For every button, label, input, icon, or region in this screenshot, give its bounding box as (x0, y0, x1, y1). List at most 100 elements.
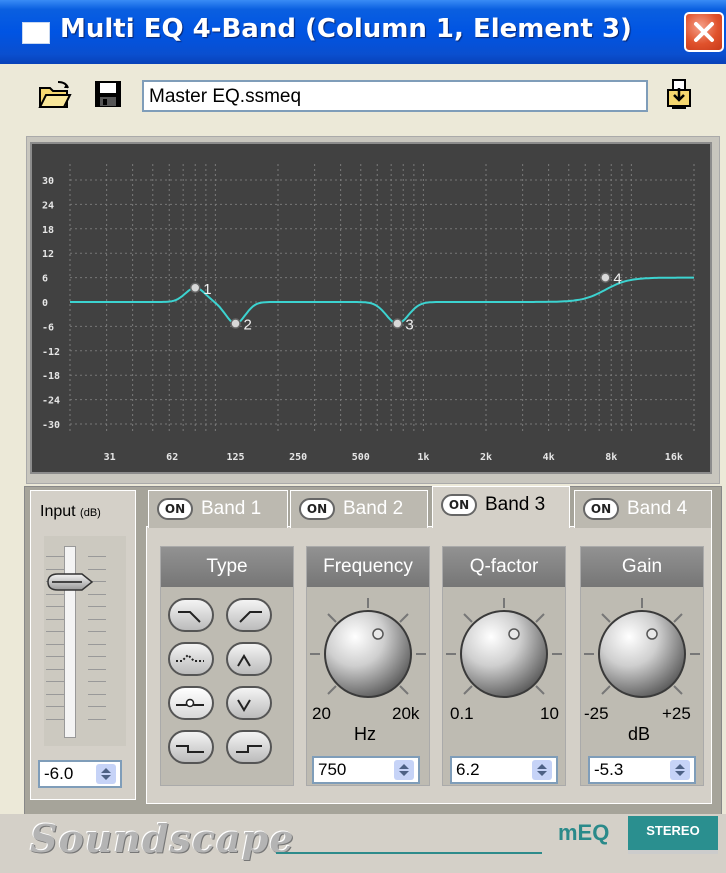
input-gain-spinbox[interactable]: -6.0 (38, 760, 122, 788)
slider-tick (46, 706, 64, 707)
spinner-arrows-icon[interactable] (670, 760, 690, 780)
input-label-text: Input (40, 503, 76, 520)
title-bar[interactable]: Multi EQ 4-Band (Column 1, Element 3) (0, 0, 726, 64)
band-2-marker-label: 2 (244, 317, 252, 334)
input-label: Input (dB) (40, 503, 101, 521)
eq-response-curve (70, 276, 694, 325)
eq-curve-canvas[interactable]: 3024181260-6-12-18-24-3031 62 125 250 500 1k 2… (32, 144, 710, 472)
gain-header: Gain (581, 547, 703, 587)
slider-tick (46, 618, 64, 620)
input-unit-label: (dB) (80, 507, 101, 519)
folder-open-icon[interactable] (38, 80, 72, 110)
spinner-arrows-icon[interactable] (394, 760, 414, 780)
y-tick-label: 18 (42, 225, 54, 236)
spinner-arrows-icon[interactable] (532, 760, 552, 780)
x-tick-label: 4k (543, 452, 555, 463)
soundscape-logo: Soundscape (30, 816, 295, 861)
slider-tick (46, 568, 64, 570)
slider-tick (88, 593, 106, 595)
band-4-handle[interactable] (600, 272, 611, 283)
store-preset-icon[interactable] (662, 78, 696, 112)
y-tick-label: -12 (42, 347, 60, 358)
band-4-marker-label: 4 (613, 271, 621, 288)
gain-max-label: +25 (662, 704, 691, 723)
band-3-marker-label: 3 (405, 317, 413, 334)
high-pass-filter-icon (239, 611, 262, 623)
band-1-handle[interactable] (189, 282, 201, 294)
tab-band-2[interactable]: ON Band 2 (290, 490, 428, 528)
y-tick-label: -18 (42, 371, 60, 382)
band-3-on-toggle[interactable]: ON (441, 494, 477, 516)
high-shelf-filter-button[interactable] (226, 730, 272, 764)
peak-cut-filter-icon (237, 699, 251, 712)
input-slider-thumb[interactable] (46, 572, 94, 592)
band-2-on-toggle[interactable]: ON (299, 498, 335, 520)
x-tick-label: 31 (104, 452, 116, 463)
low-pass-filter-button[interactable] (168, 598, 214, 632)
window-icon (22, 22, 50, 44)
x-tick-label: 16k (665, 452, 683, 463)
x-tick-label: 62 (166, 452, 178, 463)
band-4-on-toggle[interactable]: ON (583, 498, 619, 520)
close-icon (694, 22, 714, 42)
qfactor-header: Q-factor (443, 547, 565, 587)
y-tick-label: 12 (42, 249, 54, 260)
logo-underline (276, 852, 542, 854)
eq-graph[interactable]: 30 24 18 12 6 0 -6 -12 -18 -24 -30 31 62 125 250 500 1k 2… (30, 142, 712, 474)
bandpass-filter-button[interactable] (226, 642, 272, 676)
slider-tick (88, 656, 106, 657)
frequency-spinbox[interactable]: 750 (312, 756, 420, 784)
slider-tick (88, 556, 106, 557)
slider-tick (88, 668, 106, 670)
qfactor-value: 6.2 (456, 760, 480, 779)
frequency-header: Frequency (307, 547, 429, 587)
band-1-marker-label: 1 (203, 281, 211, 298)
type-header: Type (161, 547, 293, 587)
tab-band-4-label: Band 4 (627, 498, 688, 519)
slider-tick (46, 693, 64, 695)
slider-tick (88, 693, 106, 695)
x-tick-label: 8k (605, 452, 617, 463)
peak-cut-filter-button[interactable] (226, 686, 272, 720)
high-shelf-filter-icon (236, 745, 262, 753)
high-pass-filter-button[interactable] (226, 598, 272, 632)
preset-filename-field[interactable]: Master EQ.ssmeq (142, 80, 648, 112)
slider-tick (88, 631, 106, 632)
spinner-arrows-icon[interactable] (96, 764, 116, 784)
slider-tick (88, 681, 106, 682)
product-name: mEQ (558, 820, 610, 845)
frequency-knob[interactable] (306, 592, 430, 710)
floppy-save-icon[interactable] (94, 80, 122, 108)
qfactor-knob[interactable] (442, 592, 566, 710)
bandpass-filter-icon (237, 654, 251, 667)
low-shelf-filter-button[interactable] (168, 730, 214, 764)
gain-spinbox[interactable]: -5.3 (588, 756, 696, 784)
qfactor-spinbox[interactable]: 6.2 (450, 756, 558, 784)
band-3-handle[interactable] (392, 318, 403, 329)
close-button[interactable] (684, 12, 724, 52)
frequency-min-label: 20 (312, 704, 331, 723)
x-tick-label: 2k (480, 452, 492, 463)
slider-tick (46, 681, 64, 682)
gain-knob[interactable] (580, 592, 704, 710)
slider-tick (88, 618, 106, 620)
peak-filter-button[interactable] (168, 686, 214, 720)
notch-filter-button[interactable] (168, 642, 214, 676)
eq-window: Multi EQ 4-Band (Column 1, Element 3) Ma… (0, 0, 726, 873)
y-tick-label: 24 (42, 200, 54, 211)
qfactor-min-label: 0.1 (450, 704, 474, 723)
y-tick-label: 0 (42, 298, 48, 309)
y-tick-label: -6 (42, 322, 54, 333)
band-2-handle[interactable] (230, 318, 241, 329)
tab-band-4[interactable]: ON Band 4 (574, 490, 712, 528)
x-tick-label: 1k (417, 452, 429, 463)
tab-band-3[interactable]: ON Band 3 (432, 486, 570, 528)
band-1-on-toggle[interactable]: ON (157, 498, 193, 520)
x-tick-label: 125 (227, 452, 245, 463)
gain-unit-label: dB (628, 724, 651, 744)
tab-band-1[interactable]: ON Band 1 (148, 490, 288, 528)
y-tick-label: -24 (42, 396, 60, 407)
frequency-max-label: 20k (392, 704, 420, 723)
input-gain-value: -6.0 (44, 764, 74, 783)
x-tick-label: 500 (352, 452, 370, 463)
